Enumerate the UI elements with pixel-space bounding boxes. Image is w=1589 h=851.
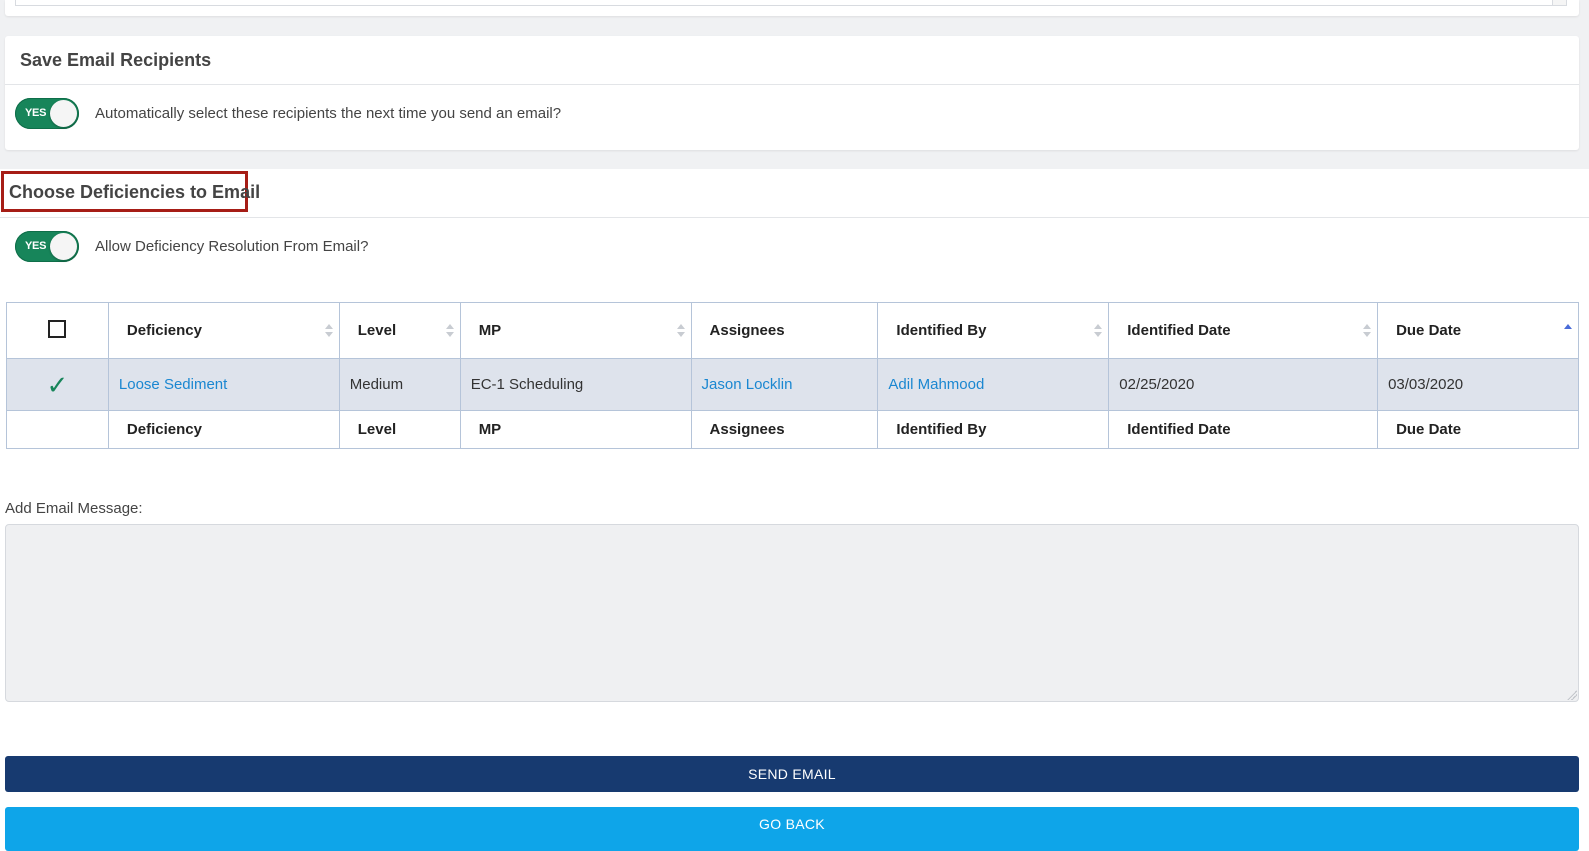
footer-identified-by: Identified By bbox=[877, 410, 1110, 449]
assignee-link[interactable]: Jason Locklin bbox=[690, 358, 879, 411]
sort-icon bbox=[676, 324, 685, 338]
table-row[interactable]: ✓ Loose Sediment Medium EC-1 Scheduling … bbox=[6, 358, 1579, 411]
identified-by-link-text[interactable]: Adil Mahmood bbox=[888, 376, 984, 393]
column-header-mp[interactable]: MP bbox=[459, 302, 692, 359]
resize-handle-icon[interactable] bbox=[1567, 690, 1577, 700]
checkmark-icon[interactable]: ✓ bbox=[47, 370, 69, 400]
toggle-yes-text: YES bbox=[25, 107, 47, 119]
save-email-recipients-card: Save Email Recipients YES Automatically … bbox=[5, 36, 1579, 150]
sort-icon bbox=[445, 324, 454, 338]
card-title: Save Email Recipients bbox=[20, 49, 212, 70]
column-label: Identified Date bbox=[1127, 322, 1231, 339]
footer-assignees: Assignees bbox=[690, 410, 879, 449]
column-header-level[interactable]: Level bbox=[338, 302, 461, 359]
sort-ascending-icon bbox=[1564, 324, 1572, 338]
footer-deficiency: Deficiency bbox=[107, 410, 340, 449]
column-header-due-date[interactable]: Due Date bbox=[1377, 302, 1579, 359]
section-header: Choose Deficiencies to Email bbox=[0, 169, 1589, 218]
column-label: Identified By bbox=[896, 322, 987, 339]
column-label: Deficiency bbox=[126, 322, 202, 339]
save-recipients-label: Automatically select these recipients th… bbox=[95, 105, 562, 122]
due-date-cell: 03/03/2020 bbox=[1377, 358, 1579, 411]
column-header-assignees: Assignees bbox=[690, 302, 879, 359]
deficiency-link-text[interactable]: Loose Sediment bbox=[119, 376, 227, 393]
deficiencies-table: Deficiency Level MP Assignees Identified… bbox=[6, 302, 1579, 449]
level-cell: Medium bbox=[338, 358, 461, 411]
sort-icon bbox=[1094, 324, 1103, 338]
allow-resolution-row: YES Allow Deficiency Resolution From Ema… bbox=[15, 231, 368, 262]
save-recipients-row: YES Automatically select these recipient… bbox=[5, 85, 1579, 142]
footer-level: Level bbox=[338, 410, 461, 449]
column-header-identified-by[interactable]: Identified By bbox=[877, 302, 1110, 359]
sort-icon bbox=[324, 324, 333, 338]
table-footer-row: Deficiency Level MP Assignees Identified… bbox=[6, 410, 1579, 449]
footer-mp: MP bbox=[459, 410, 692, 449]
allow-resolution-label: Allow Deficiency Resolution From Email? bbox=[95, 238, 369, 255]
toggle-knob bbox=[50, 100, 77, 127]
row-select-cell[interactable]: ✓ bbox=[6, 358, 109, 411]
save-recipients-toggle[interactable]: YES bbox=[15, 98, 79, 129]
choose-deficiencies-section: Choose Deficiencies to Email YES Allow D… bbox=[0, 169, 1589, 851]
toggle-knob bbox=[50, 233, 77, 260]
email-message-textarea[interactable] bbox=[5, 524, 1579, 702]
table-header-row: Deficiency Level MP Assignees Identified… bbox=[6, 302, 1579, 359]
toggle-yes-text: YES bbox=[25, 240, 47, 252]
mp-cell: EC-1 Scheduling bbox=[459, 358, 692, 411]
identified-date-cell: 02/25/2020 bbox=[1108, 358, 1379, 411]
column-label: Due Date bbox=[1396, 322, 1462, 339]
send-email-button[interactable]: SEND EMAIL bbox=[5, 756, 1579, 792]
page: Save Email Recipients YES Automatically … bbox=[0, 0, 1589, 851]
sort-icon bbox=[1363, 324, 1372, 338]
column-label: MP bbox=[478, 322, 502, 339]
column-header-identified-date[interactable]: Identified Date bbox=[1108, 302, 1379, 359]
column-header-deficiency[interactable]: Deficiency bbox=[107, 302, 340, 359]
column-label: Level bbox=[357, 322, 397, 339]
footer-empty-cell bbox=[6, 410, 109, 449]
card-header: Save Email Recipients bbox=[5, 36, 1579, 85]
scrollbar-corner[interactable] bbox=[1552, 0, 1566, 5]
section-title: Choose Deficiencies to Email bbox=[9, 182, 261, 202]
assignee-link-text[interactable]: Jason Locklin bbox=[702, 376, 793, 393]
footer-due-date: Due Date bbox=[1377, 410, 1579, 449]
recipients-list-bottom-edge bbox=[15, 0, 1567, 6]
go-back-button[interactable]: GO BACK bbox=[5, 807, 1579, 851]
select-all-cell bbox=[6, 302, 109, 359]
deficiency-link[interactable]: Loose Sediment bbox=[107, 358, 340, 411]
select-all-checkbox[interactable] bbox=[48, 319, 67, 338]
column-label: Assignees bbox=[709, 322, 785, 339]
footer-identified-date: Identified Date bbox=[1108, 410, 1379, 449]
allow-resolution-toggle[interactable]: YES bbox=[15, 231, 79, 262]
previous-card-remnant bbox=[5, 0, 1579, 16]
email-message-label: Add Email Message: bbox=[5, 500, 143, 517]
identified-by-link[interactable]: Adil Mahmood bbox=[877, 358, 1110, 411]
